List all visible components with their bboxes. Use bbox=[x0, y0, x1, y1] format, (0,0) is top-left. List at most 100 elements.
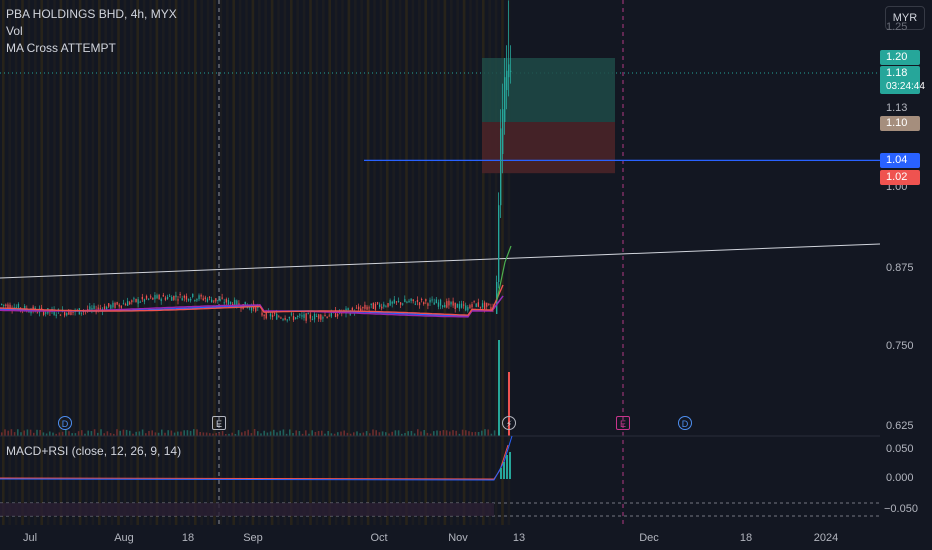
candle-body bbox=[421, 299, 423, 301]
candle-body bbox=[404, 299, 406, 303]
macd-tick-1: 0.050 bbox=[886, 443, 914, 455]
candle-body bbox=[80, 312, 83, 314]
candle-body bbox=[374, 303, 377, 310]
candle-body bbox=[148, 298, 150, 300]
candle-body bbox=[473, 300, 475, 302]
volume-label[interactable]: Vol bbox=[6, 23, 177, 40]
candle-body bbox=[227, 299, 230, 305]
session-band bbox=[360, 0, 363, 525]
volume-bar bbox=[58, 432, 61, 436]
chart-canvas[interactable] bbox=[0, 0, 932, 550]
volume-bar bbox=[493, 430, 496, 436]
session-band bbox=[181, 0, 184, 525]
candle-body bbox=[418, 302, 421, 306]
candle-body bbox=[454, 302, 456, 309]
dividend-marker-1[interactable]: D bbox=[58, 416, 72, 430]
candle-body bbox=[194, 300, 196, 302]
volume-bar bbox=[100, 429, 102, 436]
candle-body bbox=[175, 295, 177, 298]
volume-bar bbox=[161, 429, 163, 436]
candle-body bbox=[28, 311, 30, 313]
candle-body bbox=[431, 299, 433, 301]
last-price-label: 1.18 03:24:44 bbox=[880, 66, 925, 94]
candle-body bbox=[500, 128, 502, 206]
volume-bar bbox=[378, 432, 381, 436]
volume-bar bbox=[196, 429, 198, 436]
volume-bar bbox=[29, 429, 32, 436]
candle-body bbox=[110, 305, 112, 309]
candle-body bbox=[414, 303, 416, 305]
candle-body bbox=[213, 300, 215, 302]
session-band bbox=[443, 0, 447, 525]
price-tick-5: 0.625 bbox=[886, 420, 914, 432]
volume-bar bbox=[410, 430, 413, 436]
volume-bar bbox=[93, 429, 96, 436]
price-tick-1: 1.13 bbox=[886, 102, 908, 114]
candle-body bbox=[412, 299, 414, 302]
candle-body bbox=[297, 316, 299, 318]
volume-bar bbox=[247, 429, 249, 436]
session-band bbox=[347, 0, 351, 525]
candle-body bbox=[40, 307, 43, 309]
candle-body bbox=[114, 302, 116, 308]
candle-body bbox=[158, 294, 160, 300]
session-band bbox=[277, 0, 280, 525]
macd-legend[interactable]: MACD+RSI (close, 12, 26, 9, 14) bbox=[6, 444, 181, 458]
time-tick-13: 13 bbox=[512, 532, 526, 544]
volume-bar bbox=[295, 430, 297, 436]
candle-body bbox=[435, 299, 437, 304]
time-tick-dec: Dec bbox=[639, 532, 659, 544]
candle-body bbox=[150, 296, 152, 298]
session-band bbox=[251, 0, 255, 525]
candle-body bbox=[93, 305, 95, 309]
candle-body bbox=[488, 303, 490, 305]
time-tick-18a: 18 bbox=[181, 532, 195, 544]
candle-body bbox=[328, 315, 330, 317]
session-band bbox=[450, 0, 453, 525]
candle-body bbox=[135, 298, 137, 302]
earnings-marker-2[interactable]: E bbox=[616, 416, 630, 430]
candle-body bbox=[402, 303, 404, 305]
candle-body bbox=[204, 297, 206, 299]
rsi-band bbox=[0, 503, 494, 516]
volume-bar bbox=[177, 431, 179, 436]
volume-bar bbox=[481, 430, 483, 436]
candle-body bbox=[366, 306, 368, 310]
candle-body bbox=[381, 306, 383, 309]
session-band bbox=[418, 0, 421, 525]
volume-bar bbox=[257, 431, 259, 436]
candle-body bbox=[166, 296, 169, 300]
volume-bar bbox=[407, 431, 409, 436]
candle-body bbox=[206, 298, 209, 302]
volume-bar bbox=[119, 430, 121, 436]
session-band bbox=[226, 0, 229, 525]
volume-bar bbox=[135, 431, 137, 436]
candle-body bbox=[59, 314, 62, 316]
volume-bar bbox=[154, 432, 157, 436]
candle-body bbox=[36, 312, 38, 314]
volume-bar bbox=[439, 430, 441, 436]
candle-body bbox=[160, 298, 162, 302]
chart-window[interactable]: PBA HOLDINGS BHD, 4h, MYX Vol MA Cross A… bbox=[0, 0, 932, 550]
candle-body bbox=[471, 304, 473, 308]
volume-bar bbox=[445, 430, 448, 436]
split-marker[interactable]: ⚡ bbox=[502, 416, 516, 430]
session-band bbox=[469, 0, 472, 525]
earnings-marker-1[interactable]: E bbox=[212, 416, 226, 430]
candle-body bbox=[416, 300, 419, 302]
chart-legend: PBA HOLDINGS BHD, 4h, MYX Vol MA Cross A… bbox=[6, 6, 177, 57]
volume-bar bbox=[193, 429, 195, 436]
time-tick-aug: Aug bbox=[114, 532, 134, 544]
candle-body bbox=[99, 308, 101, 310]
target-price-label: 1.20 bbox=[880, 50, 920, 65]
volume-bar bbox=[417, 429, 419, 436]
symbol-title[interactable]: PBA HOLDINGS BHD, 4h, MYX bbox=[6, 6, 177, 23]
candle-body bbox=[198, 295, 200, 300]
candle-body bbox=[221, 297, 223, 299]
candle-body bbox=[219, 299, 221, 302]
dividend-marker-2[interactable]: D bbox=[678, 416, 692, 430]
volume-bar bbox=[237, 430, 240, 436]
volume-bar bbox=[305, 430, 307, 436]
volume-bar bbox=[465, 430, 467, 436]
ma-cross-label[interactable]: MA Cross ATTEMPT bbox=[6, 40, 177, 57]
